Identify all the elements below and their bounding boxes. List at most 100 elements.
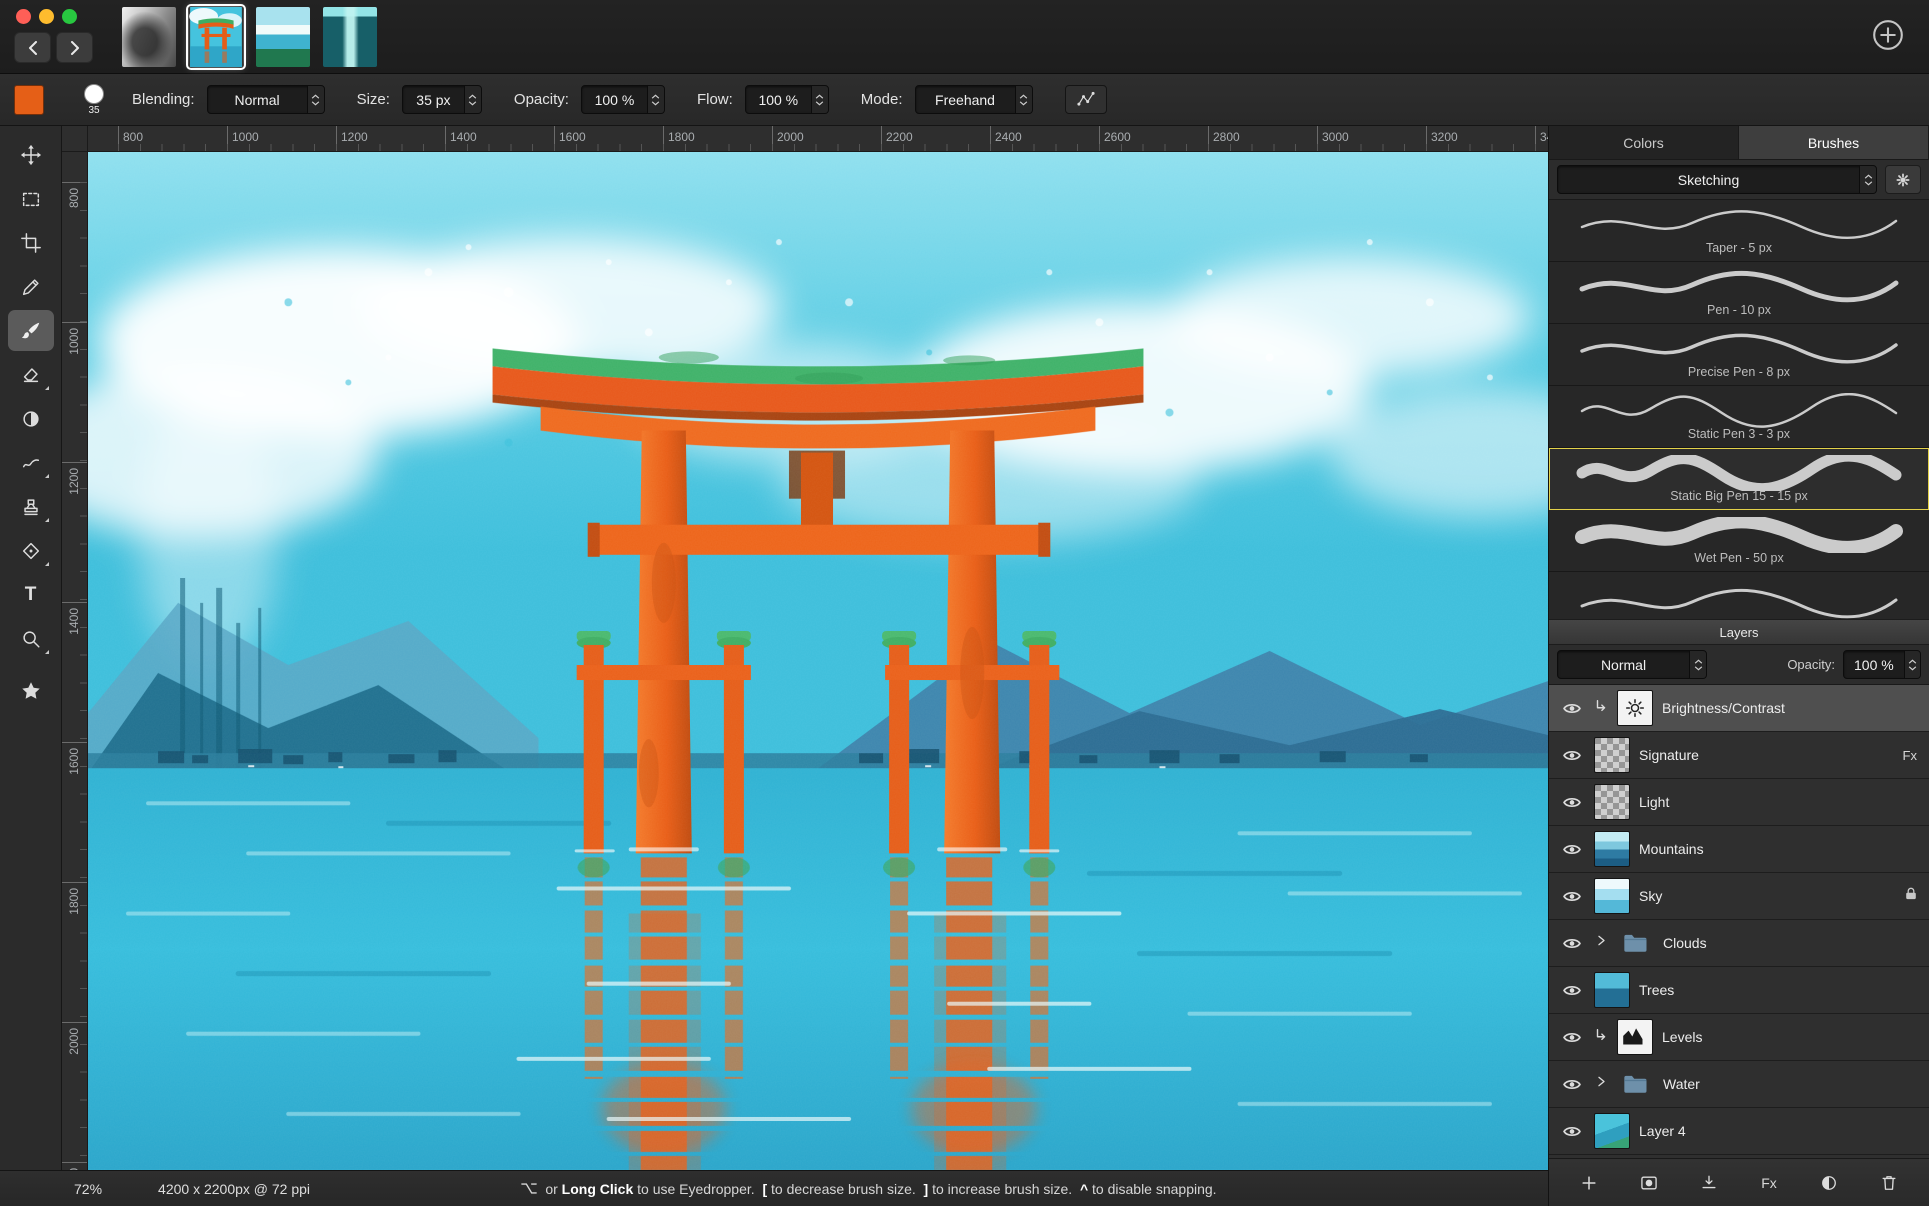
back-button[interactable] <box>14 32 51 63</box>
marquee-select-tool[interactable] <box>8 178 54 219</box>
layer-name[interactable]: Mountains <box>1639 841 1919 857</box>
stepper-icon[interactable] <box>1689 651 1706 678</box>
smudge-tool[interactable] <box>8 442 54 483</box>
brush-category-select[interactable]: Sketching <box>1557 165 1877 194</box>
layer-name[interactable]: Light <box>1639 794 1919 810</box>
layer-visibility-eye-icon[interactable] <box>1559 747 1585 764</box>
tab-brushes[interactable]: Brushes <box>1739 126 1929 159</box>
mask-layer-button[interactable] <box>1629 1166 1669 1200</box>
layer-thumbnail[interactable] <box>1594 784 1630 820</box>
stepper-icon[interactable] <box>1859 166 1876 193</box>
stabiliser-button[interactable] <box>1065 85 1107 114</box>
layer-name[interactable]: Clouds <box>1663 935 1919 951</box>
layer-row-8[interactable]: Levels <box>1549 1014 1929 1061</box>
layer-row-6[interactable]: Clouds <box>1549 920 1929 967</box>
layer-thumbnail[interactable] <box>1617 1019 1653 1055</box>
adjustment-button[interactable] <box>1809 1166 1849 1200</box>
mesh-warp-tool[interactable] <box>8 530 54 571</box>
brush-item-6[interactable]: Wet Pen - 50 px <box>1549 510 1929 572</box>
minimize-button[interactable] <box>39 9 54 24</box>
group-expand-chevron-icon[interactable] <box>1594 933 1609 953</box>
layer-visibility-eye-icon[interactable] <box>1559 700 1585 717</box>
layer-blend-select[interactable]: Normal <box>1557 650 1707 679</box>
stepper-icon[interactable] <box>1015 86 1032 113</box>
layer-visibility-eye-icon[interactable] <box>1559 794 1585 811</box>
layer-row-10[interactable]: Layer 4 <box>1549 1108 1929 1155</box>
layer-name[interactable]: Layer 4 <box>1639 1123 1919 1139</box>
add-layer-button[interactable] <box>1569 1166 1609 1200</box>
brush-settings-button[interactable] <box>1885 165 1921 194</box>
folder-icon[interactable] <box>1618 925 1654 961</box>
layer-thumbnail[interactable] <box>1594 972 1630 1008</box>
layer-row-3[interactable]: Light <box>1549 779 1929 826</box>
active-color-swatch[interactable] <box>14 85 44 115</box>
layer-row-7[interactable]: Trees <box>1549 967 1929 1014</box>
document-thumbnail-1[interactable] <box>122 7 176 67</box>
layer-opacity-field[interactable]: 100 % <box>1843 650 1921 679</box>
layer-row-5[interactable]: Sky <box>1549 873 1929 920</box>
layer-name[interactable]: Brightness/Contrast <box>1662 700 1919 716</box>
favorites-star-tool[interactable] <box>8 670 54 711</box>
stepper-icon[interactable] <box>1904 651 1920 678</box>
merge-down-button[interactable] <box>1689 1166 1729 1200</box>
brush-item-7[interactable] <box>1549 572 1929 619</box>
crop-tool[interactable] <box>8 222 54 263</box>
erase-tool[interactable] <box>8 354 54 395</box>
layer-row-9[interactable]: Water <box>1549 1061 1929 1108</box>
layer-visibility-eye-icon[interactable] <box>1559 1123 1585 1140</box>
layer-name[interactable]: Trees <box>1639 982 1919 998</box>
tab-colors[interactable]: Colors <box>1549 126 1739 159</box>
layer-visibility-eye-icon[interactable] <box>1559 1076 1585 1093</box>
group-expand-chevron-icon[interactable] <box>1594 1074 1609 1094</box>
zoom-tool[interactable] <box>8 618 54 659</box>
layer-name[interactable]: Water <box>1663 1076 1919 1092</box>
stepper-icon[interactable] <box>307 86 324 113</box>
layer-thumbnail[interactable] <box>1594 831 1630 867</box>
layer-visibility-eye-icon[interactable] <box>1559 841 1585 858</box>
brush-item-1[interactable]: Taper - 5 px <box>1549 200 1929 262</box>
document-thumbnail-4[interactable] <box>323 7 377 67</box>
flow-field[interactable]: 100 % <box>745 85 829 114</box>
dodge-burn-tool[interactable] <box>8 398 54 439</box>
clone-stamp-tool[interactable] <box>8 486 54 527</box>
layer-visibility-eye-icon[interactable] <box>1559 1029 1585 1046</box>
fx-badge[interactable]: Fx <box>1903 748 1917 763</box>
move-tool[interactable] <box>8 134 54 175</box>
layer-row-4[interactable]: Mountains <box>1549 826 1929 873</box>
text-tool[interactable]: T <box>8 574 54 615</box>
layer-visibility-eye-icon[interactable] <box>1559 982 1585 999</box>
delete-layer-button[interactable] <box>1869 1166 1909 1200</box>
stepper-icon[interactable] <box>647 86 664 113</box>
document-thumbnail-2[interactable] <box>189 7 243 67</box>
stepper-icon[interactable] <box>811 86 828 113</box>
size-field[interactable]: 35 px <box>402 85 482 114</box>
layer-row-2[interactable]: Signature Fx <box>1549 732 1929 779</box>
layer-name[interactable]: Levels <box>1662 1029 1919 1045</box>
close-button[interactable] <box>16 9 31 24</box>
stepper-icon[interactable] <box>464 86 481 113</box>
layer-effects-button[interactable]: Fx <box>1749 1166 1789 1200</box>
zoom-level[interactable]: 72% <box>74 1181 102 1197</box>
layer-row-1[interactable]: Brightness/Contrast <box>1549 685 1929 732</box>
brush-item-2[interactable]: Pen - 10 px <box>1549 262 1929 324</box>
brush-item-5[interactable]: Static Big Pen 15 - 15 px <box>1549 448 1929 510</box>
layer-thumbnail[interactable] <box>1594 1113 1630 1149</box>
layer-name[interactable]: Signature <box>1639 747 1894 763</box>
layer-visibility-eye-icon[interactable] <box>1559 935 1585 952</box>
blending-select[interactable]: Normal <box>207 85 325 114</box>
pixel-tool[interactable] <box>8 266 54 307</box>
folder-icon[interactable] <box>1618 1066 1654 1102</box>
layer-name[interactable]: Sky <box>1639 888 1894 904</box>
canvas[interactable] <box>88 152 1548 1170</box>
layer-visibility-eye-icon[interactable] <box>1559 888 1585 905</box>
paint-brush-tool[interactable] <box>8 310 54 351</box>
document-thumbnail-3[interactable] <box>256 7 310 67</box>
opacity-field[interactable]: 100 % <box>581 85 665 114</box>
brush-item-4[interactable]: Static Pen 3 - 3 px <box>1549 386 1929 448</box>
fullscreen-button[interactable] <box>62 9 77 24</box>
mode-select[interactable]: Freehand <box>915 85 1033 114</box>
layer-thumbnail[interactable] <box>1594 878 1630 914</box>
layer-thumbnail[interactable] <box>1617 690 1653 726</box>
lock-icon[interactable] <box>1903 886 1919 906</box>
new-document-button[interactable] <box>1869 17 1907 55</box>
